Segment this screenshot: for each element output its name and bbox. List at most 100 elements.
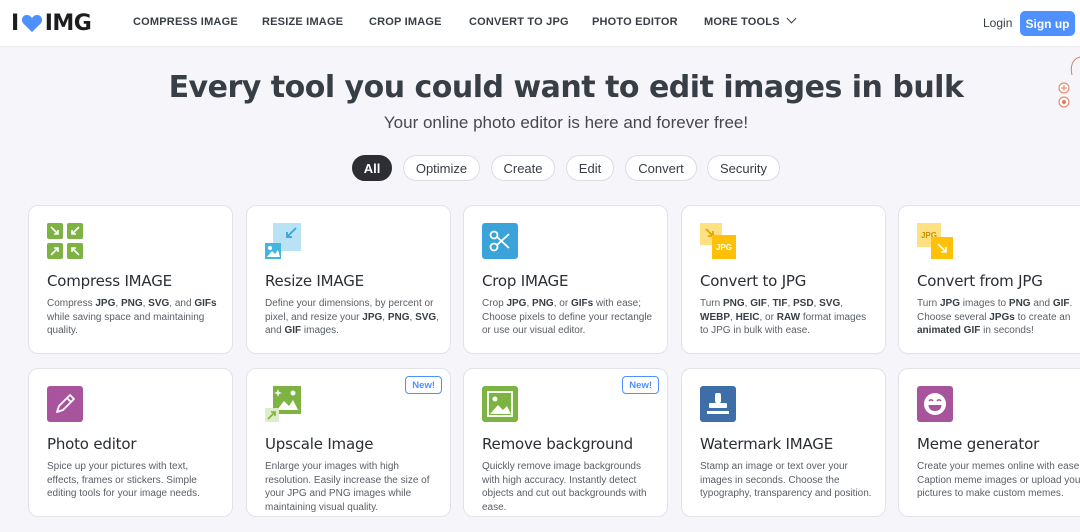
nav-more-tools[interactable]: MORE TOOLS	[704, 13, 797, 28]
description-text: Create your memes online with ease. Capt…	[917, 461, 1080, 499]
tool-description: Quickly remove image backgrounds with hi…	[482, 460, 657, 514]
description-text: images to	[959, 298, 1009, 309]
nav-convert-to-jpg[interactable]: CONVERT TO JPG	[469, 16, 569, 28]
format-keyword: PSD	[793, 298, 814, 309]
nav-compress-image[interactable]: COMPRESS IMAGE	[133, 16, 238, 28]
hero-subtitle: Your online photo editor is here and for…	[383, 113, 749, 132]
tool-title: Convert from JPG	[917, 272, 1043, 290]
description-text: Crop	[482, 298, 507, 309]
description-text: and	[1030, 298, 1053, 309]
stamp-icon	[700, 386, 736, 422]
description-text: to create an	[1014, 311, 1071, 323]
logo[interactable]: I IMG	[11, 10, 92, 36]
tool-card-meme-generator[interactable]: Meme generator Create your memes online …	[898, 368, 1080, 517]
top-navbar: I IMG COMPRESS IMAGE RESIZE IMAGE CROP I…	[0, 0, 1080, 47]
description-text: Quickly remove image backgrounds with hi…	[482, 461, 647, 513]
tool-card-compress[interactable]: Compress IMAGE Compress JPG, PNG, SVG, a…	[28, 205, 233, 354]
logo-text-img: IMG	[44, 10, 92, 36]
description-text: , or	[759, 311, 777, 323]
tool-title: Compress IMAGE	[47, 272, 172, 290]
tool-card-watermark[interactable]: Watermark IMAGE Stamp an image or text o…	[681, 368, 886, 517]
tool-card-photo-editor[interactable]: Photo editor Spice up your pictures with…	[28, 368, 233, 517]
tool-title: Resize IMAGE	[265, 272, 364, 290]
scissors-icon	[482, 223, 518, 259]
login-link[interactable]: Login	[983, 16, 1012, 30]
pencil-icon	[47, 386, 83, 422]
filter-all[interactable]: All	[352, 155, 392, 181]
format-keyword: PNG	[120, 298, 143, 309]
tool-title: Remove background	[482, 435, 633, 453]
resize-icon	[265, 223, 301, 259]
new-badge: New!	[405, 376, 442, 394]
tool-card-upscale[interactable]: New! Upscale Image Enlarge your images w…	[246, 368, 451, 517]
description-text: while saving space and maintaining quali…	[47, 311, 205, 337]
format-keyword: JPG	[939, 298, 960, 309]
format-keyword: PNG	[387, 311, 410, 323]
format-keyword: GIF	[750, 298, 767, 309]
nav-resize-image[interactable]: RESIZE IMAGE	[262, 16, 343, 28]
tool-description: Turn PNG, GIF, TIF, PSD, SVG, WEBP, HEIC…	[700, 297, 875, 338]
tool-title: Upscale Image	[265, 435, 374, 453]
svg-text:JPG: JPG	[716, 243, 732, 252]
description-text: , and	[169, 298, 195, 309]
nav-crop-image[interactable]: CROP IMAGE	[369, 16, 442, 28]
format-keyword: RAW	[776, 311, 801, 323]
tool-title: Meme generator	[917, 435, 1040, 453]
nav-more-tools-label: MORE TOOLS	[704, 16, 780, 28]
chevron-down-icon	[786, 13, 797, 24]
format-keyword: SVG	[148, 298, 170, 309]
tool-description: Spice up your pictures with text, effect…	[47, 460, 222, 501]
new-badge: New!	[622, 376, 659, 394]
format-keyword: PNG	[1008, 298, 1031, 309]
tool-card-convert-to-jpg[interactable]: JPG Convert to JPG Turn PNG, GIF, TIF, P…	[681, 205, 886, 354]
filter-optimize[interactable]: Optimize	[403, 155, 480, 181]
nav-photo-editor[interactable]: PHOTO EDITOR	[592, 16, 678, 28]
tool-card-remove-background[interactable]: New! Remove background Quickly remove im…	[463, 368, 668, 517]
tool-description: Enlarge your images with high resolution…	[265, 460, 440, 514]
description-text: images.	[301, 325, 339, 336]
format-keyword: SVG	[415, 311, 437, 323]
description-text: in seconds!	[980, 325, 1034, 336]
format-keyword: GIFs	[570, 298, 594, 309]
logo-letter-i: I	[11, 10, 19, 36]
description-text: Stamp an image or text over your images …	[700, 461, 872, 499]
filter-convert[interactable]: Convert	[625, 155, 697, 181]
convert-to-jpg-icon: JPG	[700, 223, 736, 259]
filter-security[interactable]: Security	[707, 155, 780, 181]
tool-title: Photo editor	[47, 435, 137, 453]
description-text: Turn	[917, 298, 940, 309]
format-keyword: TIF	[772, 298, 788, 309]
tool-card-resize[interactable]: Resize IMAGE Define your dimensions, by …	[246, 205, 451, 354]
tool-card-convert-from-jpg[interactable]: JPG Convert from JPG Turn JPG images to …	[898, 205, 1080, 354]
tool-description: Compress JPG, PNG, SVG, and GIFs while s…	[47, 297, 222, 338]
tool-card-crop[interactable]: Crop IMAGE Crop JPG, PNG, or GIFs with e…	[463, 205, 668, 354]
filter-create[interactable]: Create	[491, 155, 555, 181]
format-keyword: SVG	[819, 298, 841, 309]
signup-button[interactable]: Sign up	[1020, 11, 1075, 36]
format-keyword: JPG	[506, 298, 527, 309]
convert-from-jpg-icon: JPG	[917, 223, 953, 259]
format-keyword: GIFs	[194, 298, 217, 309]
heart-icon	[21, 14, 42, 33]
filter-edit[interactable]: Edit	[566, 155, 614, 181]
tool-description: Turn JPG images to PNG and GIF. Choose s…	[917, 297, 1080, 338]
format-keyword: WEBP	[700, 311, 730, 323]
upscale-icon	[265, 386, 301, 422]
description-text: Spice up your pictures with text, effect…	[47, 461, 200, 499]
tool-description: Create your memes online with ease. Capt…	[917, 460, 1080, 501]
tool-description: Stamp an image or text over your images …	[700, 460, 875, 501]
format-keyword: animated GIF	[917, 325, 981, 336]
tool-description: Crop JPG, PNG, or GIFs with ease; Choose…	[482, 297, 657, 338]
tool-title: Crop IMAGE	[482, 272, 569, 290]
description-text: Compress	[47, 298, 96, 309]
tool-title: Convert to JPG	[700, 272, 807, 290]
smiley-icon	[917, 386, 953, 422]
format-keyword: PNG	[722, 298, 745, 309]
remove-background-icon	[482, 386, 518, 422]
tool-title: Watermark IMAGE	[700, 435, 833, 453]
format-keyword: JPG	[95, 298, 116, 309]
format-keyword: PNG	[532, 298, 554, 309]
compress-icon	[47, 223, 83, 259]
format-keyword: GIF	[284, 325, 302, 336]
tool-description: Define your dimensions, by percent or pi…	[265, 297, 440, 338]
